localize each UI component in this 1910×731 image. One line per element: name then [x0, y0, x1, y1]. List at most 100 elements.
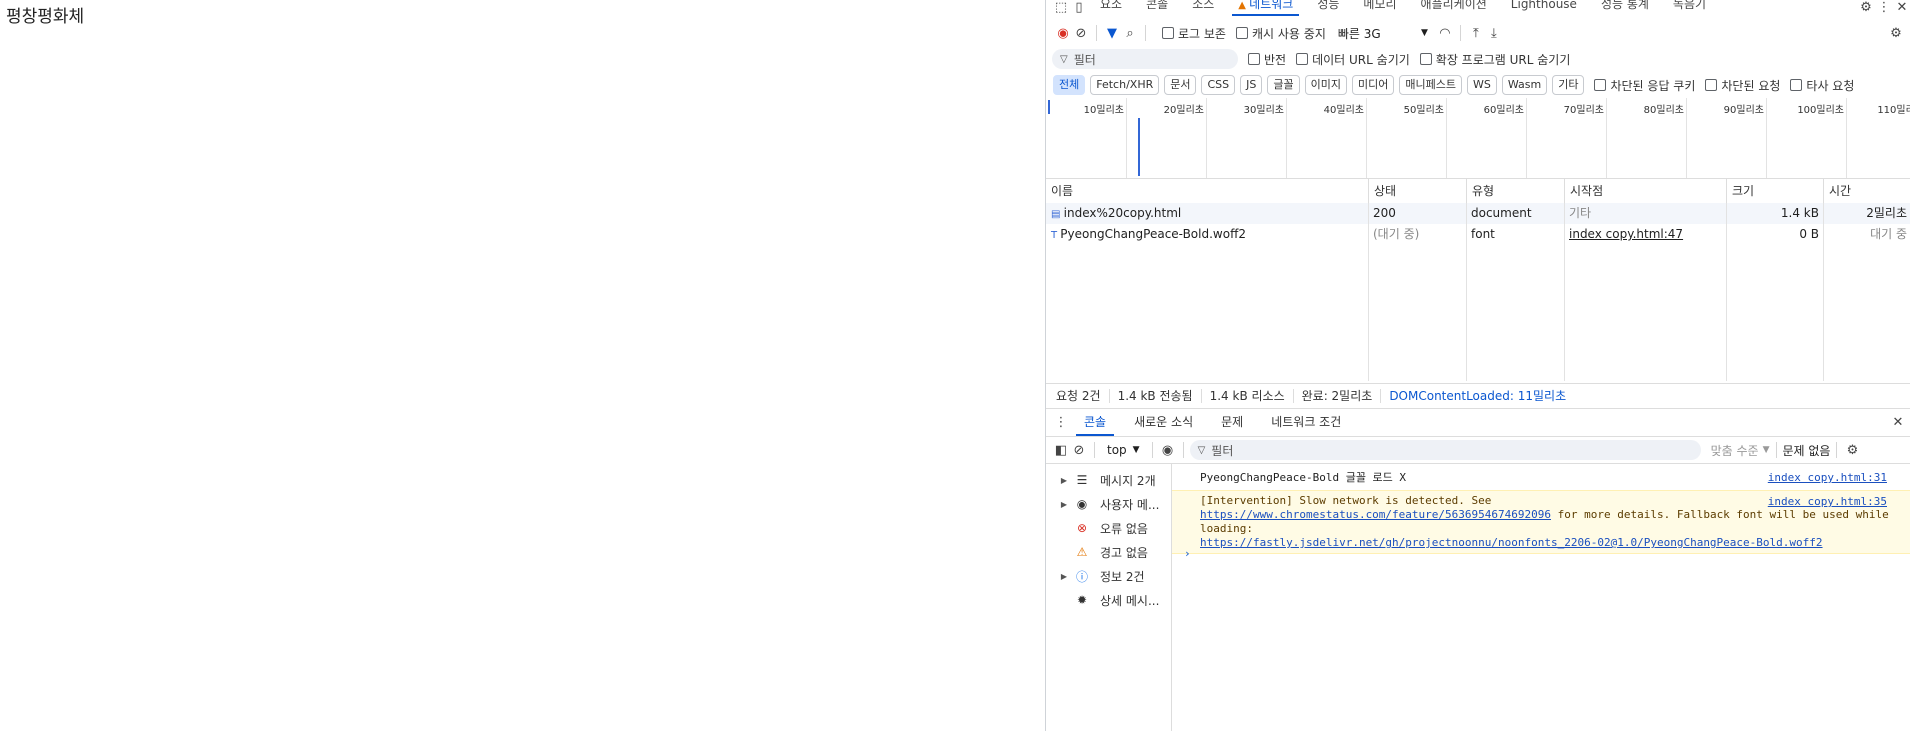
document-icon: ▤ — [1051, 209, 1064, 220]
export-har-icon[interactable]: ⤓ — [1485, 24, 1503, 42]
message-source-link[interactable]: index copy.html:31 — [1768, 468, 1887, 488]
settings-icon[interactable]: ⚙ — [1857, 0, 1875, 16]
more-options-icon[interactable]: ⋮ — [1875, 0, 1893, 16]
cell-initiator[interactable]: index copy.html:47 — [1564, 224, 1726, 245]
extra-filter-checkbox-0[interactable]: 차단된 응답 쿠키 — [1594, 77, 1695, 94]
throttle-select[interactable]: 빠른 3G ▼ — [1338, 25, 1428, 42]
sidebar-item-0[interactable]: ▶ ☰ 메시지 2개 — [1046, 468, 1171, 492]
drawer-tab-2[interactable]: 문제 — [1207, 409, 1257, 436]
column-header-2[interactable]: 유형 — [1466, 179, 1564, 203]
type-filter-8[interactable]: 매니페스트 — [1399, 75, 1462, 95]
network-conditions-icon[interactable]: ◠ — [1436, 24, 1454, 42]
tab-6[interactable]: 애플리케이션 — [1409, 0, 1499, 12]
clear-console-icon[interactable]: ⊘ — [1070, 441, 1088, 459]
log-levels-select[interactable]: 맞춤 수준 ▼ — [1711, 442, 1770, 459]
checkbox-box — [1705, 79, 1718, 91]
expand-arrow-icon: ▶ — [1060, 475, 1068, 485]
sidebar-item-label: 오류 없음 — [1100, 521, 1148, 536]
hide-data-urls-checkbox[interactable]: 데이터 URL 숨기기 — [1296, 51, 1410, 68]
type-filter-11[interactable]: 기타 — [1552, 75, 1585, 95]
type-filter-4[interactable]: JS — [1240, 75, 1263, 95]
warning-icon: ▲ — [1238, 0, 1250, 11]
type-filter-2[interactable]: 문서 — [1164, 75, 1197, 95]
type-filter-3[interactable]: CSS — [1201, 75, 1236, 95]
extra-filter-checkbox-2[interactable]: 타사 요청 — [1790, 77, 1854, 94]
console-prompt[interactable]: › — [1172, 544, 1910, 564]
column-header-3[interactable]: 시작점 — [1564, 179, 1726, 203]
sidebar-item-5[interactable]: ✹ 상세 메시... — [1046, 588, 1171, 612]
type-filter-9[interactable]: WS — [1466, 75, 1497, 95]
tab-9[interactable]: 녹음기 — [1661, 0, 1718, 12]
type-filter-1[interactable]: Fetch/XHR — [1090, 75, 1160, 95]
sidebar-item-2[interactable]: ⊗ 오류 없음 — [1046, 516, 1171, 540]
console-settings-icon[interactable]: ⚙ — [1843, 441, 1861, 459]
throttle-value: 빠른 3G — [1337, 26, 1381, 41]
requests-table-header: 이름 상태 유형 시작점 크기 시간 — [1046, 179, 1910, 204]
type-filter-0[interactable]: 전체 — [1053, 75, 1086, 95]
type-filter-5[interactable]: 글꼴 — [1267, 75, 1300, 95]
cell-text: 0 B — [1799, 227, 1819, 241]
column-header-1[interactable]: 상태 — [1368, 179, 1466, 203]
tab-2[interactable]: 소스 — [1180, 0, 1226, 12]
tab-1[interactable]: 콘솔 — [1134, 0, 1180, 12]
column-header-0[interactable]: 이름 — [1046, 179, 1368, 203]
network-filter-input[interactable]: ▽ 필터 — [1052, 49, 1238, 69]
column-divider — [1564, 203, 1565, 381]
invert-checkbox[interactable]: 반전 — [1248, 51, 1286, 68]
type-filter-7[interactable]: 미디어 — [1352, 75, 1395, 95]
column-header-4[interactable]: 크기 — [1726, 179, 1823, 203]
tab-0[interactable]: 요소 — [1088, 0, 1134, 12]
cell-type: font — [1466, 224, 1564, 245]
sidebar-item-1[interactable]: ▶ ◉ 사용자 메... — [1046, 492, 1171, 516]
type-filter-6[interactable]: 이미지 — [1304, 75, 1347, 95]
live-expression-icon[interactable]: ◉ — [1159, 441, 1177, 459]
drawer-menu-icon[interactable]: ⋮ — [1052, 414, 1070, 432]
drawer-tab-3[interactable]: 네트워크 조건 — [1257, 409, 1355, 436]
message-source-link[interactable]: index copy.html:35 — [1768, 495, 1887, 509]
tab-3[interactable]: ▲ 네트워크 — [1226, 0, 1305, 16]
cell-text: index%20copy.html — [1063, 206, 1182, 220]
close-drawer-icon[interactable]: ✕ — [1889, 414, 1907, 432]
tab-8[interactable]: 성능 통계 — [1589, 0, 1661, 12]
device-toolbar-icon[interactable]: ▯ — [1070, 0, 1088, 16]
drawer-tab-1[interactable]: 새로운 소식 — [1120, 409, 1207, 436]
list-icon: ☰ — [1076, 473, 1088, 487]
clear-icon[interactable]: ⊘ — [1072, 24, 1090, 42]
context-select[interactable]: top ▼ — [1101, 443, 1146, 457]
network-settings-icon[interactable]: ⚙ — [1887, 24, 1905, 42]
cell-status: (대기 중) — [1368, 224, 1466, 245]
search-icon[interactable]: ⌕ — [1121, 24, 1139, 42]
preserve-log-checkbox[interactable]: 로그 보존 — [1162, 25, 1226, 42]
import-har-icon[interactable]: ⤒ — [1467, 24, 1485, 42]
extra-filter-checkbox-1[interactable]: 차단된 요청 — [1705, 77, 1780, 94]
sidebar-item-4[interactable]: ▶ ⓘ 정보 2건 — [1046, 564, 1171, 588]
cell-text: 기타 — [1569, 206, 1592, 220]
toggle-sidebar-icon[interactable]: ◧ — [1052, 441, 1070, 459]
hide-extension-urls-checkbox[interactable]: 확장 프로그램 URL 숨기기 — [1419, 51, 1570, 68]
table-row[interactable]: T PyeongChangPeace-Bold.woff2 (대기 중) font i… — [1046, 224, 1910, 245]
close-devtools-icon[interactable]: ✕ — [1893, 0, 1910, 16]
tab-4[interactable]: 성능 — [1305, 0, 1351, 12]
column-header-5[interactable]: 시간 — [1823, 179, 1910, 203]
chromestatus-link[interactable]: https://www.chromestatus.com/feature/563… — [1200, 508, 1551, 521]
table-row[interactable]: ▤ index%20copy.html 200 document 기타 1.4 kB 2밀… — [1046, 203, 1910, 224]
type-filter-10[interactable]: Wasm — [1501, 75, 1548, 95]
warning-icon: ⚠ — [1076, 545, 1088, 559]
console-filter-input[interactable]: ▽ 필터 — [1189, 440, 1701, 460]
sidebar-item-3[interactable]: ⚠ 경고 없음 — [1046, 540, 1171, 564]
tab-5[interactable]: 메모리 — [1351, 0, 1408, 12]
tab-label: 성능 통계 — [1600, 0, 1649, 11]
issues-counter[interactable]: 문제 없음 — [1783, 442, 1831, 459]
cell-text: 2밀리초 — [1866, 206, 1907, 220]
disable-cache-checkbox[interactable]: 캐시 사용 중지 — [1235, 25, 1326, 42]
filter-icon[interactable]: ▼ — [1103, 24, 1121, 42]
network-timeline[interactable]: 10밀리초 20밀리초 30밀리초 40밀리초 50밀리초 60밀리초 70밀리초 80밀리초… — [1046, 98, 1910, 179]
inspect-element-icon[interactable]: ⬚ — [1052, 0, 1070, 16]
tab-7[interactable]: Lighthouse — [1499, 0, 1589, 12]
timeline-tick-label: 60밀리초 — [1483, 105, 1524, 116]
drawer-tab-0[interactable]: 콘솔 — [1070, 409, 1120, 436]
record-icon[interactable]: ◉ — [1054, 24, 1072, 42]
timeline-tick-label: 90밀리초 — [1723, 105, 1764, 116]
column-divider — [1726, 203, 1727, 381]
timeline-tick: 60밀리초 — [1484, 98, 1527, 178]
